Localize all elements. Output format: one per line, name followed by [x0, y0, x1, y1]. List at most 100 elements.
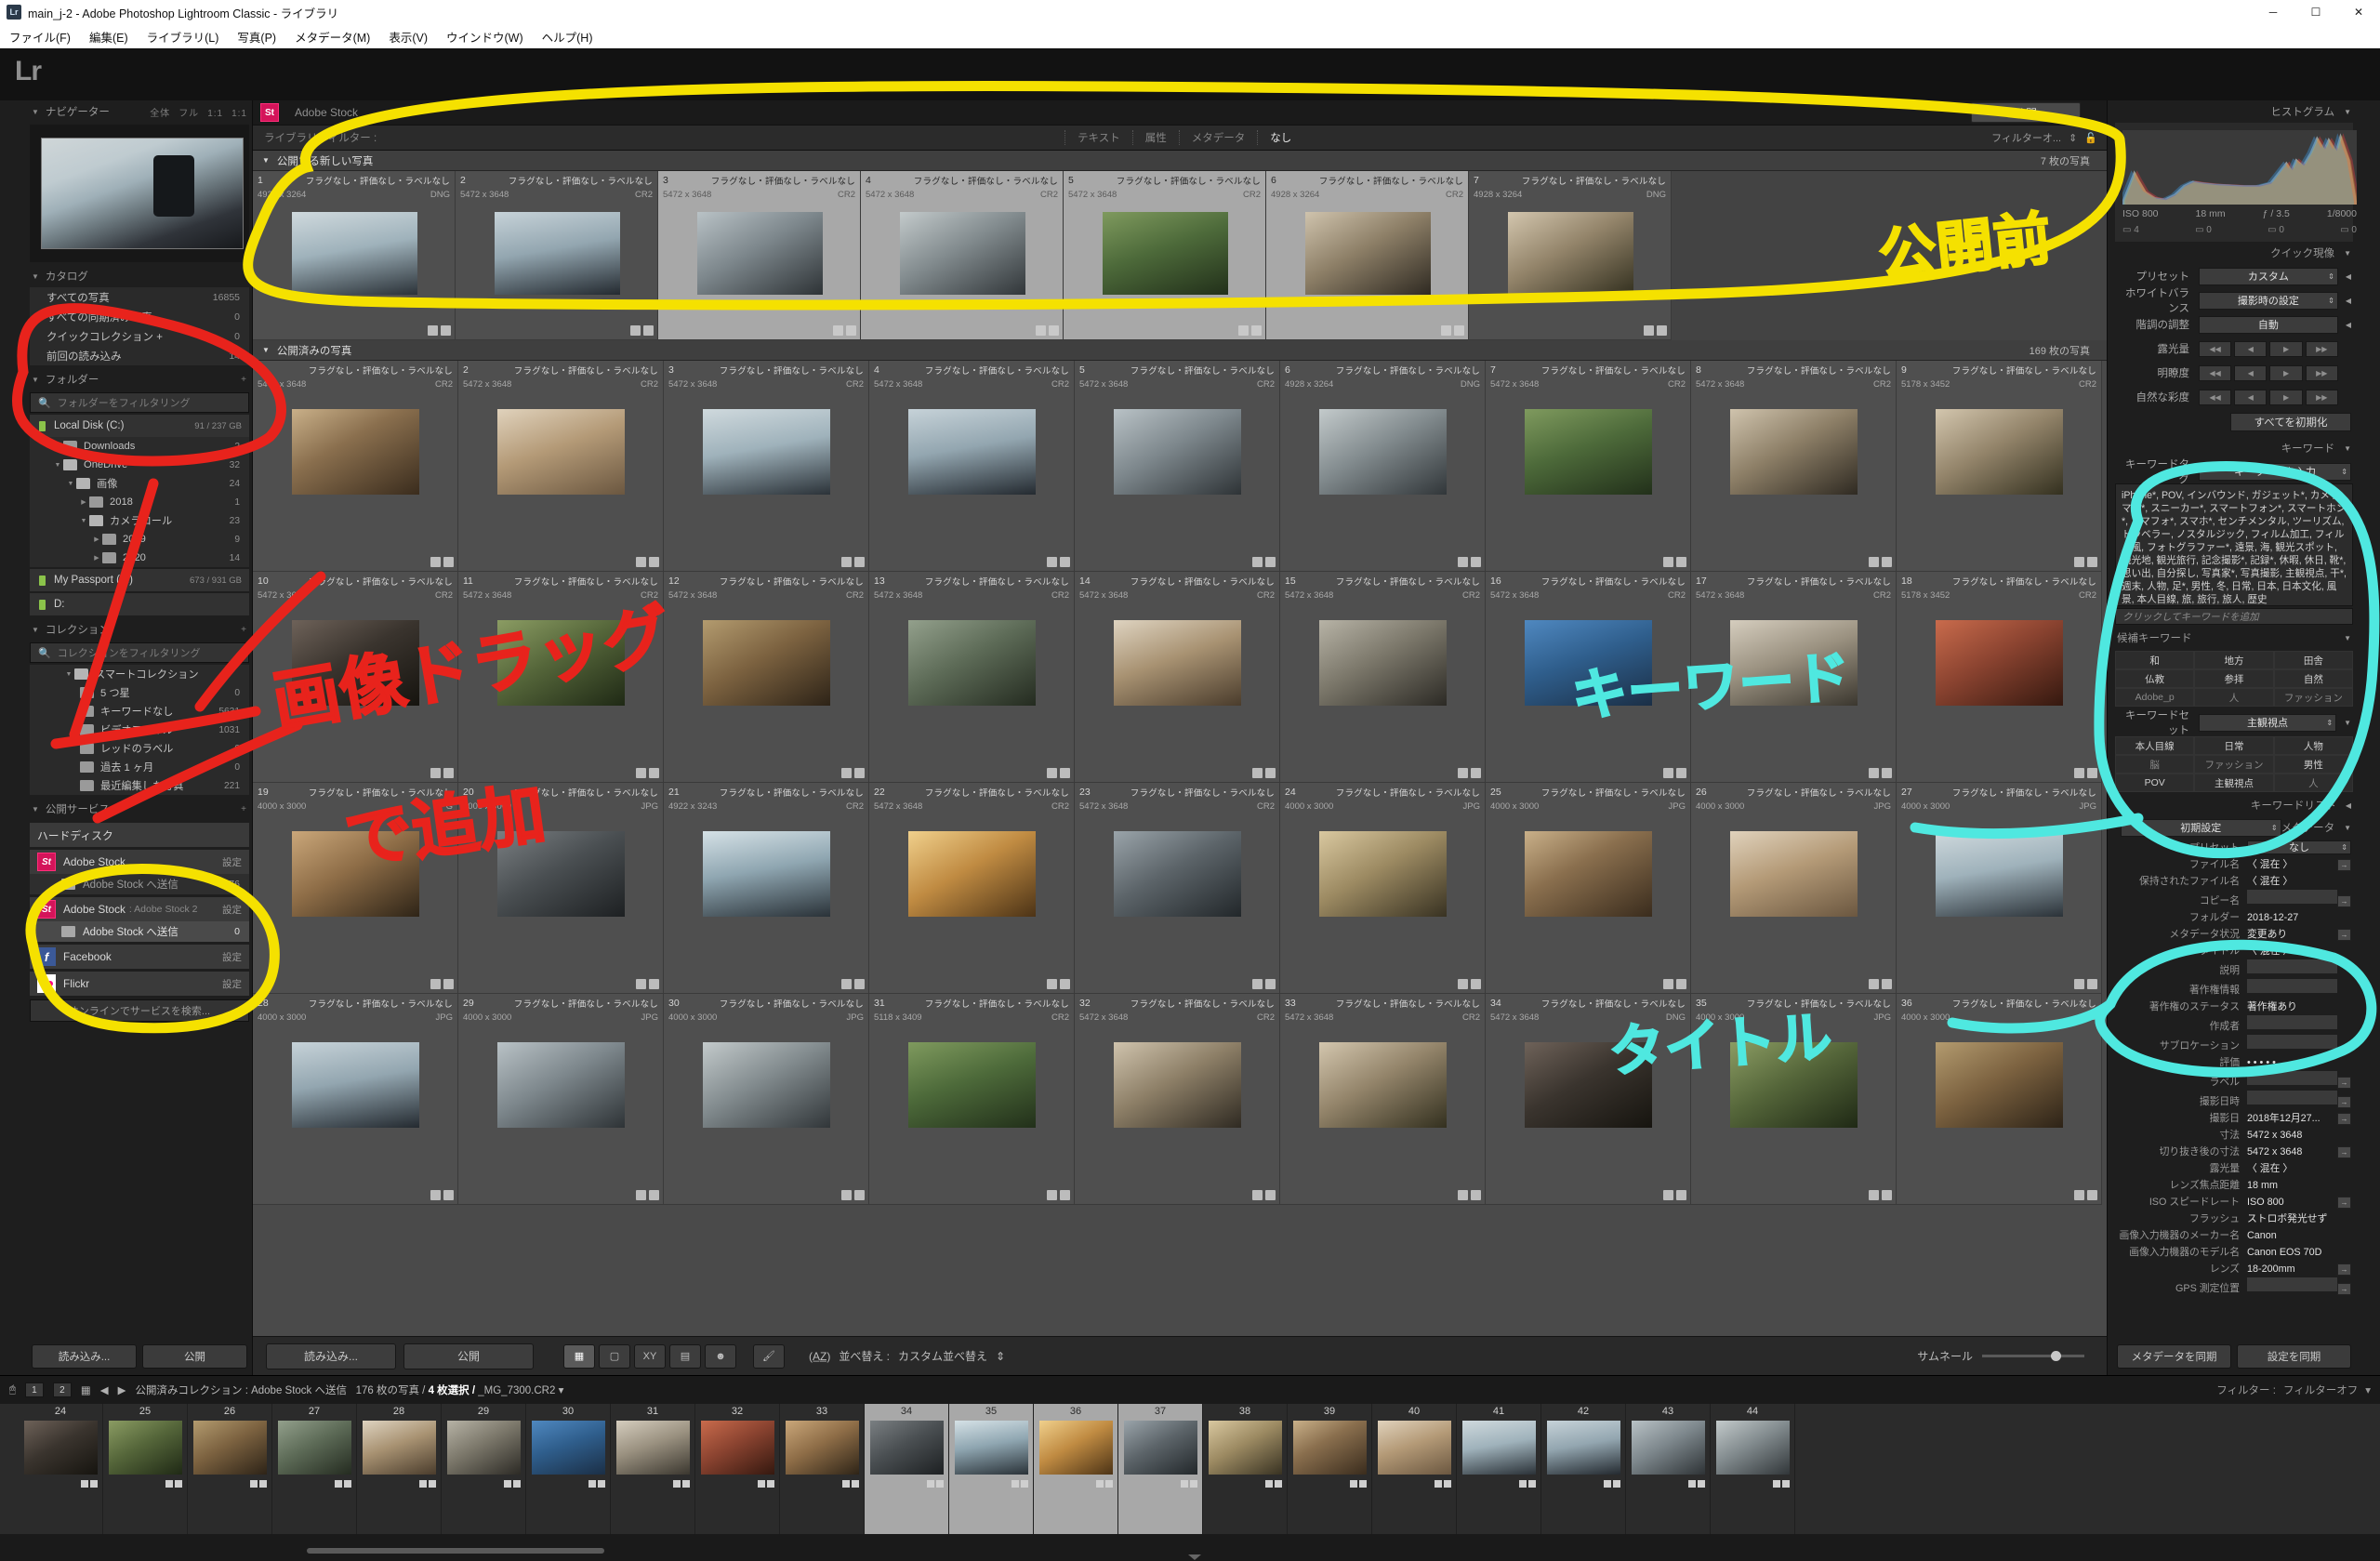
- nav-zoom-3[interactable]: 1:1: [231, 109, 247, 119]
- publish-service-settings[interactable]: 設定: [222, 903, 249, 917]
- suggested-keyword-3[interactable]: 仏教: [2115, 669, 2195, 688]
- metadata-value[interactable]: 2018年12月27...: [2247, 1110, 2337, 1125]
- maximize-button[interactable]: ☐: [2294, 0, 2337, 24]
- grid-cell-badges[interactable]: [636, 768, 659, 778]
- metadata-value[interactable]: 18-200mm: [2247, 1263, 2337, 1275]
- photo-thumbnail[interactable]: [1319, 620, 1447, 706]
- grid-cell[interactable]: 35 フラグなし・評価なし・ラベルなし 4000 x 3000 JPG: [1691, 994, 1897, 1205]
- grid-cell-badges[interactable]: [2074, 979, 2097, 989]
- publish-services-header[interactable]: ▼ 公開サービス +: [26, 798, 253, 820]
- filmstrip-cell[interactable]: 28: [357, 1404, 442, 1534]
- metadata-action-icon[interactable]: →: [2337, 929, 2351, 941]
- qd-select-0[interactable]: カスタム ⇕: [2199, 267, 2338, 285]
- metadata-action-icon[interactable]: →: [2337, 895, 2351, 907]
- keyword-set-item-8[interactable]: 人: [2273, 774, 2353, 792]
- photo-thumbnail[interactable]: [1102, 212, 1228, 295]
- metadata-value[interactable]: 著作権あり: [2247, 999, 2337, 1013]
- filmstrip-badges[interactable]: [1350, 1480, 1367, 1488]
- photo-thumbnail[interactable]: [291, 212, 417, 295]
- photo-thumbnail[interactable]: [703, 1042, 830, 1128]
- grid-cell-badges[interactable]: [1458, 768, 1481, 778]
- toolbar-publish-button[interactable]: 公開: [403, 1343, 534, 1369]
- metadata-value[interactable]: 5472 x 3648: [2247, 1146, 2337, 1158]
- import-button[interactable]: 読み込み...: [32, 1344, 137, 1369]
- chevron-down-icon[interactable]: ▼: [63, 671, 74, 678]
- suggested-keyword-6[interactable]: Adobe_p: [2115, 688, 2195, 707]
- photo-thumbnail[interactable]: [1525, 1042, 1652, 1128]
- library-filter-2[interactable]: メタデータ: [1178, 130, 1258, 145]
- qd-select-1[interactable]: 撮影時の設定 ⇕: [2199, 291, 2338, 310]
- facebook-settings[interactable]: 設定: [222, 950, 249, 964]
- filmstrip-cell[interactable]: 33: [780, 1404, 865, 1534]
- photo-thumbnail[interactable]: [1319, 831, 1447, 917]
- suggested-keyword-1[interactable]: 地方: [2194, 651, 2274, 669]
- metadata-action-icon[interactable]: →: [2337, 1263, 2351, 1276]
- grid-cell-badges[interactable]: [841, 1190, 865, 1200]
- metadata-value[interactable]: ストロボ発光せず: [2247, 1210, 2337, 1225]
- collection-filter-input[interactable]: 🔍 コレクションをフィルタリング: [30, 642, 249, 663]
- metadata-header[interactable]: 初期設定 ⇕ メタデータ ▼: [2108, 816, 2360, 839]
- photo-thumbnail[interactable]: [1730, 409, 1858, 495]
- photo-thumbnail[interactable]: [1936, 409, 2063, 495]
- filmstrip-cell[interactable]: 43: [1626, 1404, 1711, 1534]
- nudge-up-icon[interactable]: ▶: [2269, 389, 2303, 405]
- photo-thumbnail[interactable]: [497, 1042, 625, 1128]
- metadata-value[interactable]: 変更あり: [2247, 926, 2337, 941]
- grid-cell[interactable]: 34 フラグなし・評価なし・ラベルなし 5472 x 3648 DNG: [1486, 994, 1691, 1205]
- photo-thumbnail[interactable]: [292, 409, 419, 495]
- grid-cell-badges[interactable]: [1047, 557, 1070, 567]
- thumbnail-size-control[interactable]: サムネール: [1917, 1348, 2094, 1364]
- nudge-down-double-icon[interactable]: ◀◀: [2199, 389, 2232, 405]
- photo-thumbnail[interactable]: [497, 620, 625, 706]
- histogram-header[interactable]: ヒストグラム ▼: [2108, 100, 2360, 123]
- filmstrip-cell[interactable]: 31: [611, 1404, 695, 1534]
- nudge-down-icon[interactable]: ◀: [2234, 340, 2268, 357]
- grid-cell-badges[interactable]: [428, 325, 451, 336]
- photo-thumbnail[interactable]: [292, 831, 419, 917]
- suggested-keyword-8[interactable]: ファッション: [2273, 688, 2353, 707]
- grid-cell-badges[interactable]: [636, 557, 659, 567]
- filmstrip-badges[interactable]: [842, 1480, 859, 1488]
- filmstrip-badges[interactable]: [335, 1480, 351, 1488]
- grid-cell[interactable]: 12 フラグなし・評価なし・ラベルなし 5472 x 3648 CR2: [664, 572, 869, 783]
- find-services-button[interactable]: オンラインでサービスを検索...: [30, 999, 249, 1022]
- grid-cell-badges[interactable]: [1238, 325, 1262, 336]
- grid-cell-badges[interactable]: [2074, 557, 2097, 567]
- keyword-list-header[interactable]: キーワードリスト ◀: [2108, 794, 2360, 816]
- menu-item-3[interactable]: 写真(P): [228, 28, 285, 46]
- grid-cell[interactable]: 2 フラグなし・評価なし・ラベルなし 5472 x 3648 CR2: [456, 171, 658, 340]
- back-arrow-icon[interactable]: ◀: [100, 1383, 109, 1396]
- filmstrip-badges[interactable]: [1773, 1480, 1790, 1488]
- publish-service-settings[interactable]: 設定: [222, 855, 249, 869]
- metadata-value[interactable]: [2247, 1277, 2337, 1291]
- metadata-value[interactable]: Canon: [2247, 1230, 2337, 1241]
- folder-item-6[interactable]: ▶ 2020 14: [30, 549, 249, 567]
- photo-thumbnail[interactable]: [1319, 1042, 1447, 1128]
- grid-cell[interactable]: 33 フラグなし・評価なし・ラベルなし 5472 x 3648 CR2: [1280, 994, 1486, 1205]
- grid-cell-badges[interactable]: [841, 979, 865, 989]
- filmstrip-cell[interactable]: 41: [1457, 1404, 1541, 1534]
- photo-thumbnail[interactable]: [1319, 409, 1447, 495]
- grid-cell[interactable]: 29 フラグなし・評価なし・ラベルなし 4000 x 3000 JPG: [458, 994, 664, 1205]
- keyword-set-item-0[interactable]: 本人目線: [2115, 736, 2195, 755]
- collections-header[interactable]: ▼ コレクション +: [26, 618, 253, 641]
- filmstrip-badges[interactable]: [1181, 1480, 1197, 1488]
- filmstrip-collapse-handle[interactable]: [1188, 1554, 1201, 1560]
- photo-thumbnail[interactable]: [908, 620, 1036, 706]
- grid-cell[interactable]: 6 フラグなし・評価なし・ラベルなし 4928 x 3264 CR2: [1266, 171, 1469, 340]
- grid-cell[interactable]: 5 フラグなし・評価なし・ラベルなし 5472 x 3648 CR2: [1075, 361, 1280, 572]
- metadata-value[interactable]: [2247, 1015, 2337, 1029]
- folder-item-4[interactable]: ▼ カメラロール 23: [30, 511, 249, 530]
- collection-item-4[interactable]: 過去 1 ヶ月 0: [30, 758, 249, 776]
- grid-cell-badges[interactable]: [1047, 768, 1070, 778]
- menu-item-4[interactable]: メタデータ(M): [285, 28, 379, 46]
- grid-cell[interactable]: 21 フラグなし・評価なし・ラベルなし 4922 x 3243 CR2: [664, 783, 869, 994]
- keyword-set-item-1[interactable]: 日常: [2194, 736, 2274, 755]
- photo-thumbnail[interactable]: [899, 212, 1025, 295]
- grid-cell-badges[interactable]: [1869, 979, 1892, 989]
- unlock-icon[interactable]: 🔓: [2084, 132, 2097, 144]
- grid-cell[interactable]: 27 フラグなし・評価なし・ラベルなし 4000 x 3000 JPG: [1897, 783, 2102, 994]
- center-publish-button[interactable]: 公開: [1971, 102, 2081, 123]
- publish-target-0[interactable]: Adobe Stock へ送信 176: [30, 874, 249, 894]
- photo-thumbnail[interactable]: [497, 409, 625, 495]
